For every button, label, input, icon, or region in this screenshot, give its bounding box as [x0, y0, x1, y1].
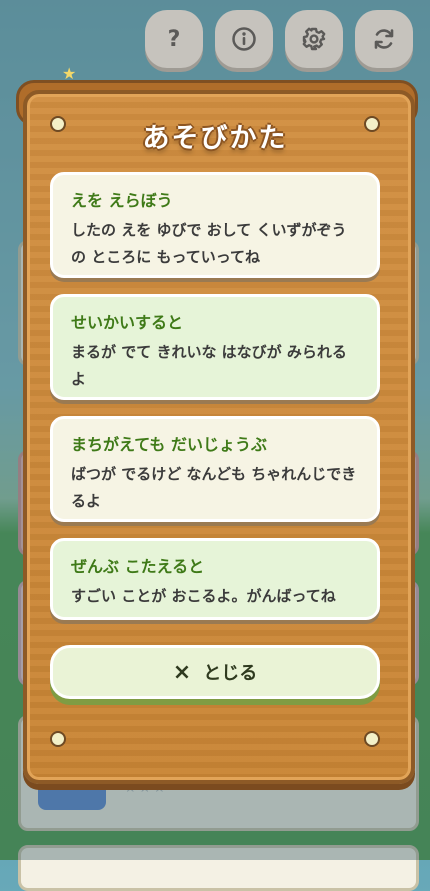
- instruction-heading: ぜんぶ こたえると: [71, 557, 205, 576]
- instruction-heading: えを えらぼう: [71, 191, 173, 210]
- refresh-icon: [374, 29, 394, 49]
- instruction-card-4: ぜんぶ こたえると すごい ことが おこるよ。がんばってね: [50, 538, 380, 620]
- instruction-card-1: えを えらぼう したの えを ゆびで おして くいずがぞうの ところに もってい…: [50, 172, 380, 278]
- help-icon: ?: [167, 26, 181, 52]
- help-button[interactable]: ?: [145, 10, 203, 68]
- instruction-heading: せいかいすると: [71, 313, 184, 332]
- close-label: とじる: [203, 663, 258, 684]
- nail: [50, 731, 66, 747]
- instruction-text: したの えを ゆびで おして くいずがぞうの ところに もっていってね: [71, 221, 347, 266]
- dialog-title: あそびかた: [142, 123, 288, 154]
- nail: [364, 731, 380, 747]
- settings-button[interactable]: [285, 10, 343, 68]
- close-button[interactable]: × とじる: [50, 645, 380, 699]
- instruction-text: まるが でて きれいな はなびが みられるよ: [71, 343, 347, 388]
- close-icon: ×: [172, 659, 192, 685]
- gear-icon: [302, 27, 326, 51]
- instruction-text: すごい ことが おこるよ。がんばってね: [71, 587, 336, 605]
- info-button[interactable]: [215, 10, 273, 68]
- info-icon: [232, 27, 256, 51]
- instruction-text: ばつが でるけど なんども ちゃれんじできるよ: [71, 465, 357, 510]
- instruction-card-2: せいかいすると まるが でて きれいな はなびが みられるよ: [50, 294, 380, 400]
- refresh-button[interactable]: [355, 10, 413, 68]
- instruction-heading: まちがえても だいじょうぶ: [71, 435, 267, 454]
- instruction-card-3: まちがえても だいじょうぶ ばつが でるけど なんども ちゃれんじできるよ: [50, 416, 380, 522]
